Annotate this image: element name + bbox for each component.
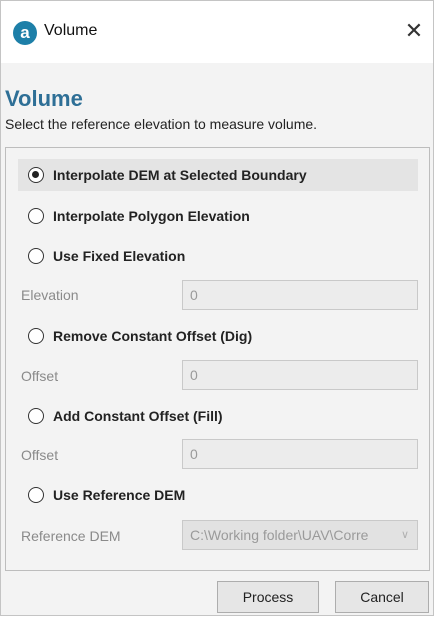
reference-dem-label: Reference DEM [21, 528, 121, 544]
dialog-subheading: Select the reference elevation to measur… [5, 116, 318, 132]
dig-offset-label: Offset [21, 368, 59, 384]
option-remove-offset-dig[interactable]: Remove Constant Offset (Dig) [18, 320, 418, 352]
option-reference-dem[interactable]: Use Reference DEM [18, 479, 418, 511]
close-icon[interactable]: ✕ [401, 17, 427, 47]
radio-button[interactable] [28, 487, 44, 503]
dialog-heading: Volume [5, 86, 83, 111]
option-interpolate-polygon[interactable]: Interpolate Polygon Elevation [18, 200, 418, 232]
chevron-down-icon[interactable]: ∨ [397, 521, 413, 549]
option-interpolate-dem[interactable]: Interpolate DEM at Selected Boundary [18, 159, 418, 191]
elevation-field[interactable]: 0 [182, 280, 418, 310]
option-add-offset-fill[interactable]: Add Constant Offset (Fill) [18, 400, 418, 432]
volume-dialog: a Volume ✕ Volume Select the reference e… [0, 0, 434, 616]
elevation-label: Elevation [21, 287, 79, 303]
option-label: Interpolate Polygon Elevation [53, 208, 250, 224]
options-panel: Interpolate DEM at Selected Boundary Int… [5, 147, 430, 571]
reference-dem-select[interactable]: C:\Working folder\UAV\Corre ∨ [182, 520, 418, 550]
option-label: Add Constant Offset (Fill) [53, 408, 223, 424]
reference-dem-value: C:\Working folder\UAV\Corre [190, 527, 369, 543]
radio-button[interactable] [28, 248, 44, 264]
dig-offset-field[interactable]: 0 [182, 360, 418, 390]
process-button[interactable]: Process [217, 581, 319, 613]
title-bar: a Volume ✕ [1, 1, 433, 63]
fill-offset-field[interactable]: 0 [182, 439, 418, 469]
option-fixed-elevation[interactable]: Use Fixed Elevation [18, 240, 418, 272]
option-label: Interpolate DEM at Selected Boundary [53, 167, 307, 183]
radio-button[interactable] [28, 208, 44, 224]
app-logo-icon: a [13, 21, 37, 45]
window-title: Volume [44, 22, 98, 39]
cancel-button[interactable]: Cancel [335, 581, 429, 613]
radio-button[interactable] [28, 167, 44, 183]
option-label: Remove Constant Offset (Dig) [53, 328, 253, 344]
fill-offset-label: Offset [21, 447, 59, 463]
option-label: Use Reference DEM [53, 487, 186, 503]
radio-button[interactable] [28, 408, 44, 424]
radio-button[interactable] [28, 328, 44, 344]
option-label: Use Fixed Elevation [53, 248, 186, 264]
